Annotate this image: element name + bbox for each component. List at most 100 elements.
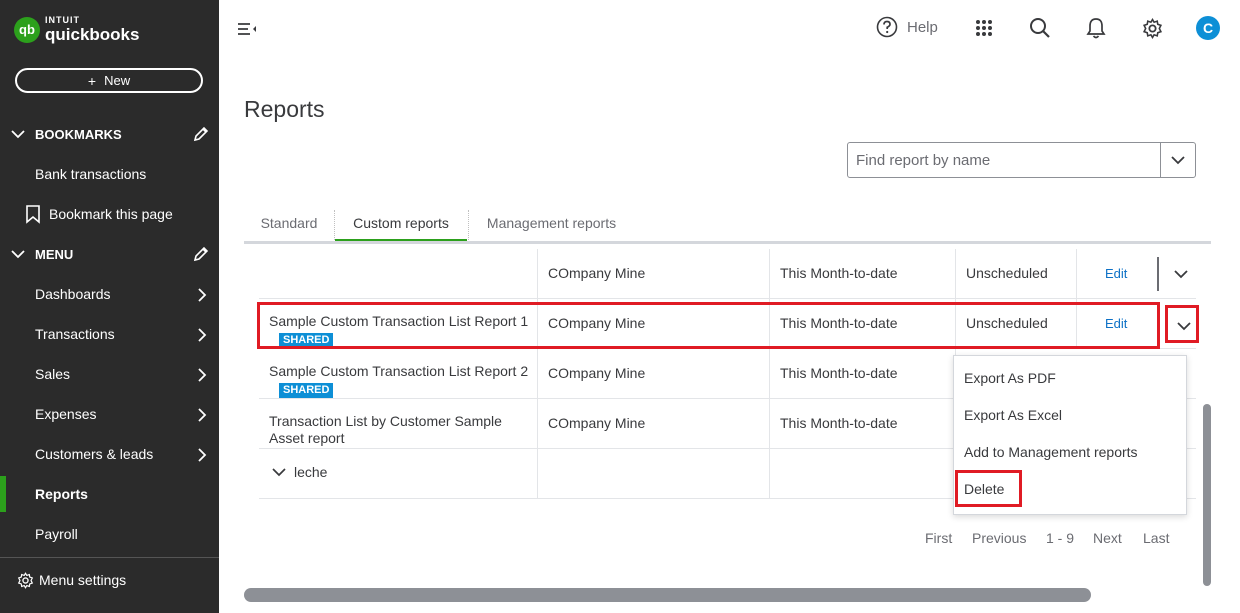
pagination-previous[interactable]: Previous — [972, 530, 1026, 546]
row-actions-menu: Export As PDF Export As Excel Add to Man… — [953, 355, 1187, 515]
new-button[interactable]: + New — [15, 68, 203, 93]
chevron-right-icon — [197, 367, 207, 386]
report-name-link[interactable]: Transaction List by Customer Sample Asse… — [269, 413, 519, 447]
chevron-down-icon — [10, 129, 28, 139]
tabs-underline — [244, 241, 1211, 244]
column-divider — [955, 299, 956, 348]
plus-icon: + — [87, 72, 97, 89]
menu-section-header[interactable]: MENU — [10, 242, 210, 266]
shared-badge: SHARED — [279, 383, 334, 398]
pagination-last[interactable]: Last — [1143, 530, 1169, 546]
tab-label: Custom reports — [353, 214, 449, 231]
chevron-right-icon — [197, 327, 207, 346]
tab-standard[interactable]: Standard — [244, 206, 334, 240]
column-divider — [1076, 249, 1077, 298]
chevron-down-icon — [1173, 269, 1189, 279]
schedule-cell[interactable]: Unscheduled — [966, 265, 1048, 281]
column-divider — [955, 249, 956, 298]
report-name-link[interactable]: Sample Custom Transaction List Report 2 — [269, 363, 537, 380]
row-actions-dropdown[interactable] — [1166, 259, 1196, 289]
apps-grid-icon[interactable] — [973, 17, 995, 39]
sidebar-item-expenses[interactable]: Expenses — [0, 396, 219, 432]
search-icon[interactable] — [1028, 16, 1052, 40]
column-divider — [769, 299, 770, 348]
chevron-right-icon — [197, 447, 207, 466]
sidebar-item-sales[interactable]: Sales — [0, 356, 219, 392]
report-name-link[interactable]: Sample Custom Transaction List Report 1 — [269, 313, 537, 330]
sidebar-item-payroll[interactable]: Payroll — [0, 516, 219, 552]
sidebar-item-label: Customers & leads — [35, 446, 154, 462]
user-avatar[interactable]: C — [1196, 16, 1220, 40]
intuit-wordmark: INTUIT — [45, 15, 80, 25]
menu-item-delete[interactable]: Delete — [964, 481, 1004, 497]
menu-item-export-excel[interactable]: Export As Excel — [964, 407, 1062, 423]
chevron-down-icon — [10, 249, 28, 259]
report-name-cell: Sample Custom Transaction List Report 1 … — [269, 313, 537, 348]
edit-link[interactable]: Edit — [1105, 316, 1127, 331]
chevron-down-icon — [1176, 321, 1192, 331]
menu-settings-button[interactable]: Menu settings — [0, 557, 219, 602]
tab-label: Standard — [260, 215, 318, 231]
created-by-cell: COmpany Mine — [548, 315, 646, 331]
sidebar-item-customers-leads[interactable]: Customers & leads — [0, 436, 219, 472]
tab-custom-reports[interactable]: Custom reports — [335, 206, 467, 242]
notifications-bell-icon[interactable] — [1084, 16, 1108, 40]
vertical-scrollbar[interactable] — [1203, 404, 1211, 586]
sidebar-item-reports[interactable]: Reports — [0, 476, 219, 512]
schedule-cell[interactable]: Unscheduled — [966, 315, 1048, 331]
column-divider — [769, 399, 770, 448]
column-divider — [769, 449, 770, 498]
page-title: Reports — [244, 96, 325, 122]
column-divider — [769, 349, 770, 398]
group-header[interactable]: leche — [272, 464, 327, 480]
chevron-down-icon — [272, 467, 286, 477]
gear-icon — [17, 571, 34, 589]
report-name-cell: Sample Custom Transaction List Report 2 … — [269, 363, 537, 398]
settings-gear-icon[interactable] — [1140, 16, 1164, 40]
sidebar-item-label: Reports — [35, 486, 88, 502]
column-divider — [1076, 299, 1077, 348]
sidebar-item-bank-transactions[interactable]: Bank transactions — [0, 156, 219, 192]
bookmarks-section-header[interactable]: BOOKMARKS — [10, 122, 210, 146]
chevron-right-icon — [197, 407, 207, 426]
tab-label: Management reports — [486, 215, 617, 231]
report-name-cell: Transaction List by Customer Sample Asse… — [269, 413, 519, 447]
pagination-next[interactable]: Next — [1093, 530, 1122, 546]
collapse-sidebar-icon[interactable] — [236, 18, 258, 40]
date-range-cell: This Month-to-date — [780, 365, 898, 381]
column-divider — [537, 299, 538, 348]
menu-item-export-pdf[interactable]: Export As PDF — [964, 370, 1056, 386]
column-divider — [769, 249, 770, 298]
created-by-cell: COmpany Mine — [548, 415, 646, 431]
date-range-cell: This Month-to-date — [780, 315, 898, 331]
sidebar-item-transactions[interactable]: Transactions — [0, 316, 219, 352]
edit-menu-pencil-icon[interactable] — [192, 245, 210, 266]
edit-bookmarks-pencil-icon[interactable] — [192, 125, 210, 146]
menu-item-add-to-management-reports[interactable]: Add to Management reports — [964, 444, 1138, 460]
table-row: COmpany Mine This Month-to-date Unschedu… — [259, 249, 1196, 299]
date-range-cell: This Month-to-date — [780, 415, 898, 431]
sidebar: qb INTUIT quickbooks + New BOOKMARKS Ban… — [0, 0, 219, 613]
column-divider — [537, 349, 538, 398]
horizontal-scrollbar[interactable] — [244, 588, 1091, 602]
shared-badge: SHARED — [279, 333, 334, 348]
quickbooks-logo[interactable]: qb INTUIT quickbooks — [14, 16, 139, 43]
row-actions-dropdown[interactable] — [1169, 311, 1199, 341]
created-by-cell: COmpany Mine — [548, 365, 646, 381]
find-report-input[interactable] — [848, 143, 1160, 177]
sidebar-item-bookmark-this-page[interactable]: Bookmark this page — [0, 196, 219, 232]
bookmarks-heading: BOOKMARKS — [35, 126, 122, 142]
sidebar-item-label: Transactions — [35, 326, 115, 342]
tab-management-reports[interactable]: Management reports — [469, 206, 634, 240]
edit-link[interactable]: Edit — [1105, 266, 1127, 281]
search-dropdown-button[interactable] — [1160, 143, 1195, 177]
sidebar-item-dashboards[interactable]: Dashboards — [0, 276, 219, 312]
sidebar-item-label: Payroll — [35, 526, 78, 542]
created-by-cell: COmpany Mine — [548, 265, 646, 281]
quickbooks-wordmark: quickbooks — [45, 25, 140, 44]
menu-settings-label: Menu settings — [39, 572, 127, 588]
quickbooks-logo-icon: qb — [14, 16, 40, 43]
group-label: leche — [294, 464, 328, 480]
pagination-first[interactable]: First — [925, 530, 952, 546]
help-button[interactable]: Help — [876, 16, 938, 38]
